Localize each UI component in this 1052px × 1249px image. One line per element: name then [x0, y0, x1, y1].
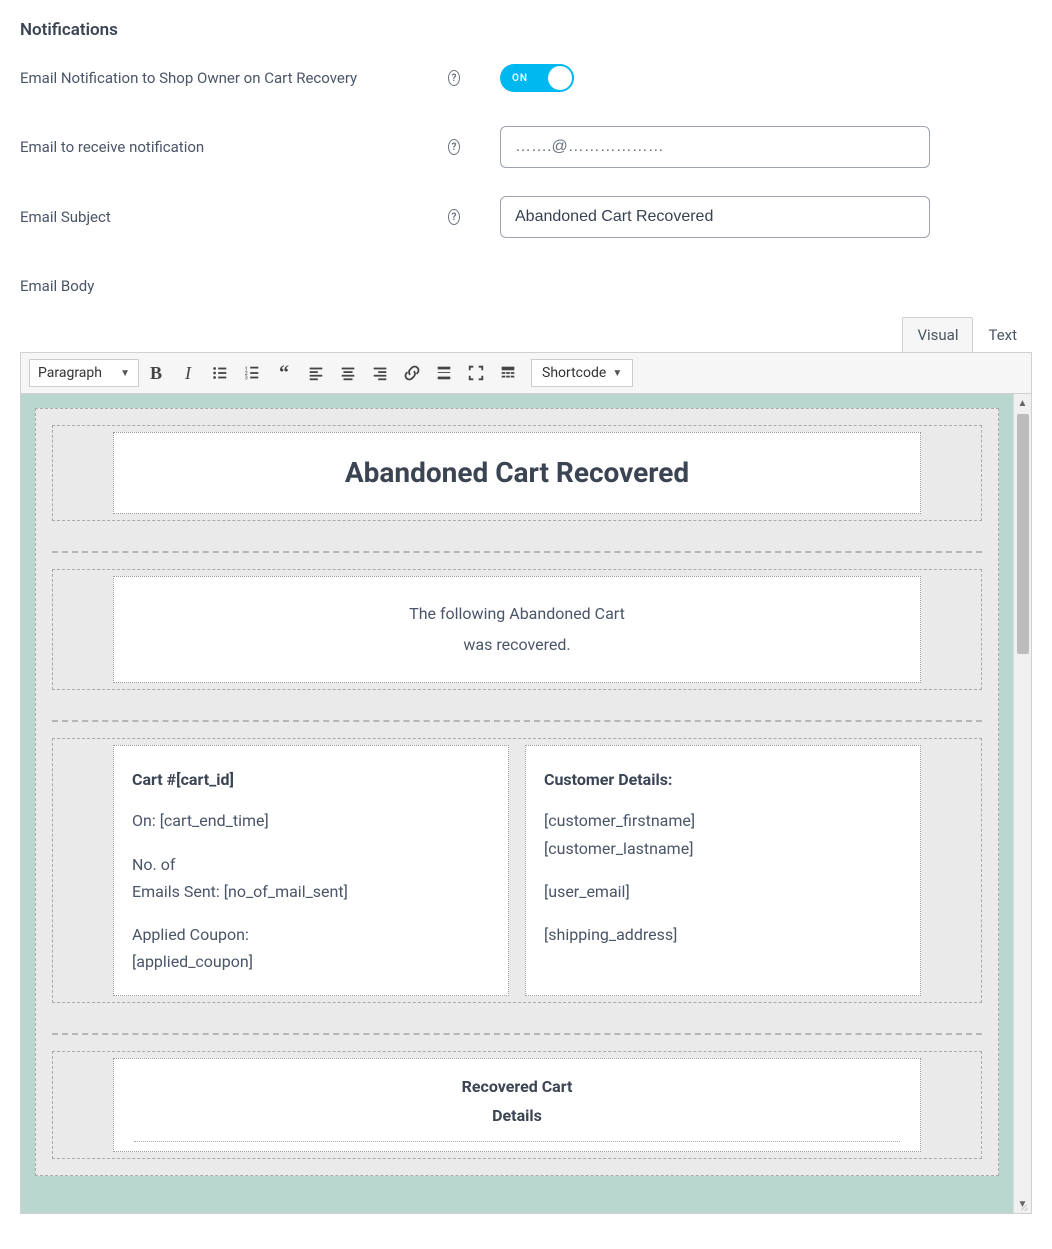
recovered-line2: Details: [134, 1102, 900, 1131]
scroll-thumb[interactable]: [1017, 414, 1029, 654]
chevron-down-icon: ▼: [120, 368, 130, 379]
cart-line: [applied_coupon]: [132, 948, 490, 975]
label-email-to-receive: Email to receive notification: [20, 138, 204, 156]
link-icon: [403, 364, 421, 382]
mail-customer-column: Customer Details: [customer_firstname] […: [525, 745, 921, 996]
customer-title: Customer Details:: [544, 766, 902, 793]
divider: [52, 1033, 982, 1035]
row-email-subject: Email Subject ?: [20, 196, 1032, 238]
numbered-list-icon: 123: [243, 364, 261, 382]
editor-tabs: Visual Text: [20, 316, 1032, 352]
input-notification-email[interactable]: [500, 126, 930, 168]
mail-intro-line1: The following Abandoned Cart: [134, 599, 900, 629]
cart-title: Cart #[cart_id]: [132, 766, 490, 793]
read-more-icon: [435, 364, 453, 382]
align-center-icon: [339, 364, 357, 382]
link-button[interactable]: [397, 359, 427, 387]
resize-handle[interactable]: [1017, 1199, 1029, 1211]
mail-intro-block: The following Abandoned Cart was recover…: [52, 569, 982, 690]
mail-header-cell: Abandoned Cart Recovered: [113, 432, 921, 514]
shortcode-label: Shortcode: [542, 365, 606, 381]
shortcode-dropdown[interactable]: Shortcode ▼: [531, 359, 633, 387]
label-email-subject: Email Subject: [20, 208, 111, 226]
align-left-button[interactable]: [301, 359, 331, 387]
toggle-email-notification[interactable]: ON: [500, 64, 574, 92]
divider: [52, 720, 982, 722]
mail-template: Abandoned Cart Recovered The following A…: [35, 408, 999, 1176]
italic-button[interactable]: I: [173, 359, 203, 387]
align-right-button[interactable]: [365, 359, 395, 387]
mail-cart-column: Cart #[cart_id] On: [cart_end_time] No. …: [113, 745, 509, 996]
customer-line: [user_email]: [544, 878, 902, 905]
mail-intro-line2: was recovered.: [134, 630, 900, 660]
svg-text:3: 3: [245, 375, 248, 381]
format-select[interactable]: Paragraph ▼: [29, 359, 139, 387]
help-icon[interactable]: ?: [448, 209, 460, 225]
align-left-icon: [307, 364, 325, 382]
numbered-list-button[interactable]: 123: [237, 359, 267, 387]
mail-header-block: Abandoned Cart Recovered: [52, 425, 982, 521]
cart-line: No. of: [132, 851, 490, 878]
align-right-icon: [371, 364, 389, 382]
chevron-down-icon: ▼: [612, 368, 622, 379]
toolbar-toggle-button[interactable]: [493, 359, 523, 387]
scrollbar[interactable]: ▲ ▼: [1013, 394, 1031, 1213]
label-email-notification: Email Notification to Shop Owner on Cart…: [20, 69, 357, 87]
cart-line: Applied Coupon:: [132, 921, 490, 948]
editor-frame: Abandoned Cart Recovered The following A…: [20, 394, 1032, 1214]
read-more-button[interactable]: [429, 359, 459, 387]
row-email-to-receive: Email to receive notification ?: [20, 126, 1032, 168]
toolbar-toggle-icon: [499, 364, 517, 382]
bold-button[interactable]: B: [141, 359, 171, 387]
mail-intro-cell: The following Abandoned Cart was recover…: [113, 576, 921, 683]
tab-text[interactable]: Text: [973, 317, 1032, 352]
mail-recovered-cell: Recovered Cart Details: [113, 1058, 921, 1152]
cart-line: On: [cart_end_time]: [132, 807, 490, 834]
bullet-list-button[interactable]: [205, 359, 235, 387]
help-icon[interactable]: ?: [448, 70, 460, 86]
customer-line: [customer_lastname]: [544, 835, 902, 862]
customer-line: [shipping_address]: [544, 921, 902, 948]
bullet-list-icon: [211, 364, 229, 382]
scroll-up-arrow[interactable]: ▲: [1014, 394, 1031, 412]
editor-content[interactable]: Abandoned Cart Recovered The following A…: [21, 394, 1013, 1213]
row-email-body: Email Body: [20, 266, 1032, 306]
cart-line: Emails Sent: [no_of_mail_sent]: [132, 878, 490, 905]
editor-toolbar: Paragraph ▼ B I 123 “: [20, 352, 1032, 394]
label-email-body: Email Body: [20, 277, 94, 295]
toggle-knob: [548, 66, 572, 90]
tab-visual[interactable]: Visual: [902, 317, 973, 352]
inner-divider: [134, 1141, 900, 1143]
input-email-subject[interactable]: [500, 196, 930, 238]
recovered-line1: Recovered Cart: [134, 1073, 900, 1102]
mail-header-title: Abandoned Cart Recovered: [134, 455, 900, 491]
fullscreen-button[interactable]: [461, 359, 491, 387]
align-center-button[interactable]: [333, 359, 363, 387]
customer-line: [customer_firstname]: [544, 807, 902, 834]
fullscreen-icon: [467, 364, 485, 382]
section-heading: Notifications: [20, 20, 1032, 40]
format-select-label: Paragraph: [38, 365, 102, 381]
divider: [52, 551, 982, 553]
mail-details-block: Cart #[cart_id] On: [cart_end_time] No. …: [52, 738, 982, 1003]
toggle-on-label: ON: [512, 73, 528, 84]
editor: Visual Text Paragraph ▼ B I 123 “: [20, 316, 1032, 1214]
blockquote-button[interactable]: “: [269, 359, 299, 387]
mail-recovered-block: Recovered Cart Details: [52, 1051, 982, 1159]
help-icon[interactable]: ?: [448, 139, 460, 155]
row-email-notification-toggle: Email Notification to Shop Owner on Cart…: [20, 58, 1032, 98]
